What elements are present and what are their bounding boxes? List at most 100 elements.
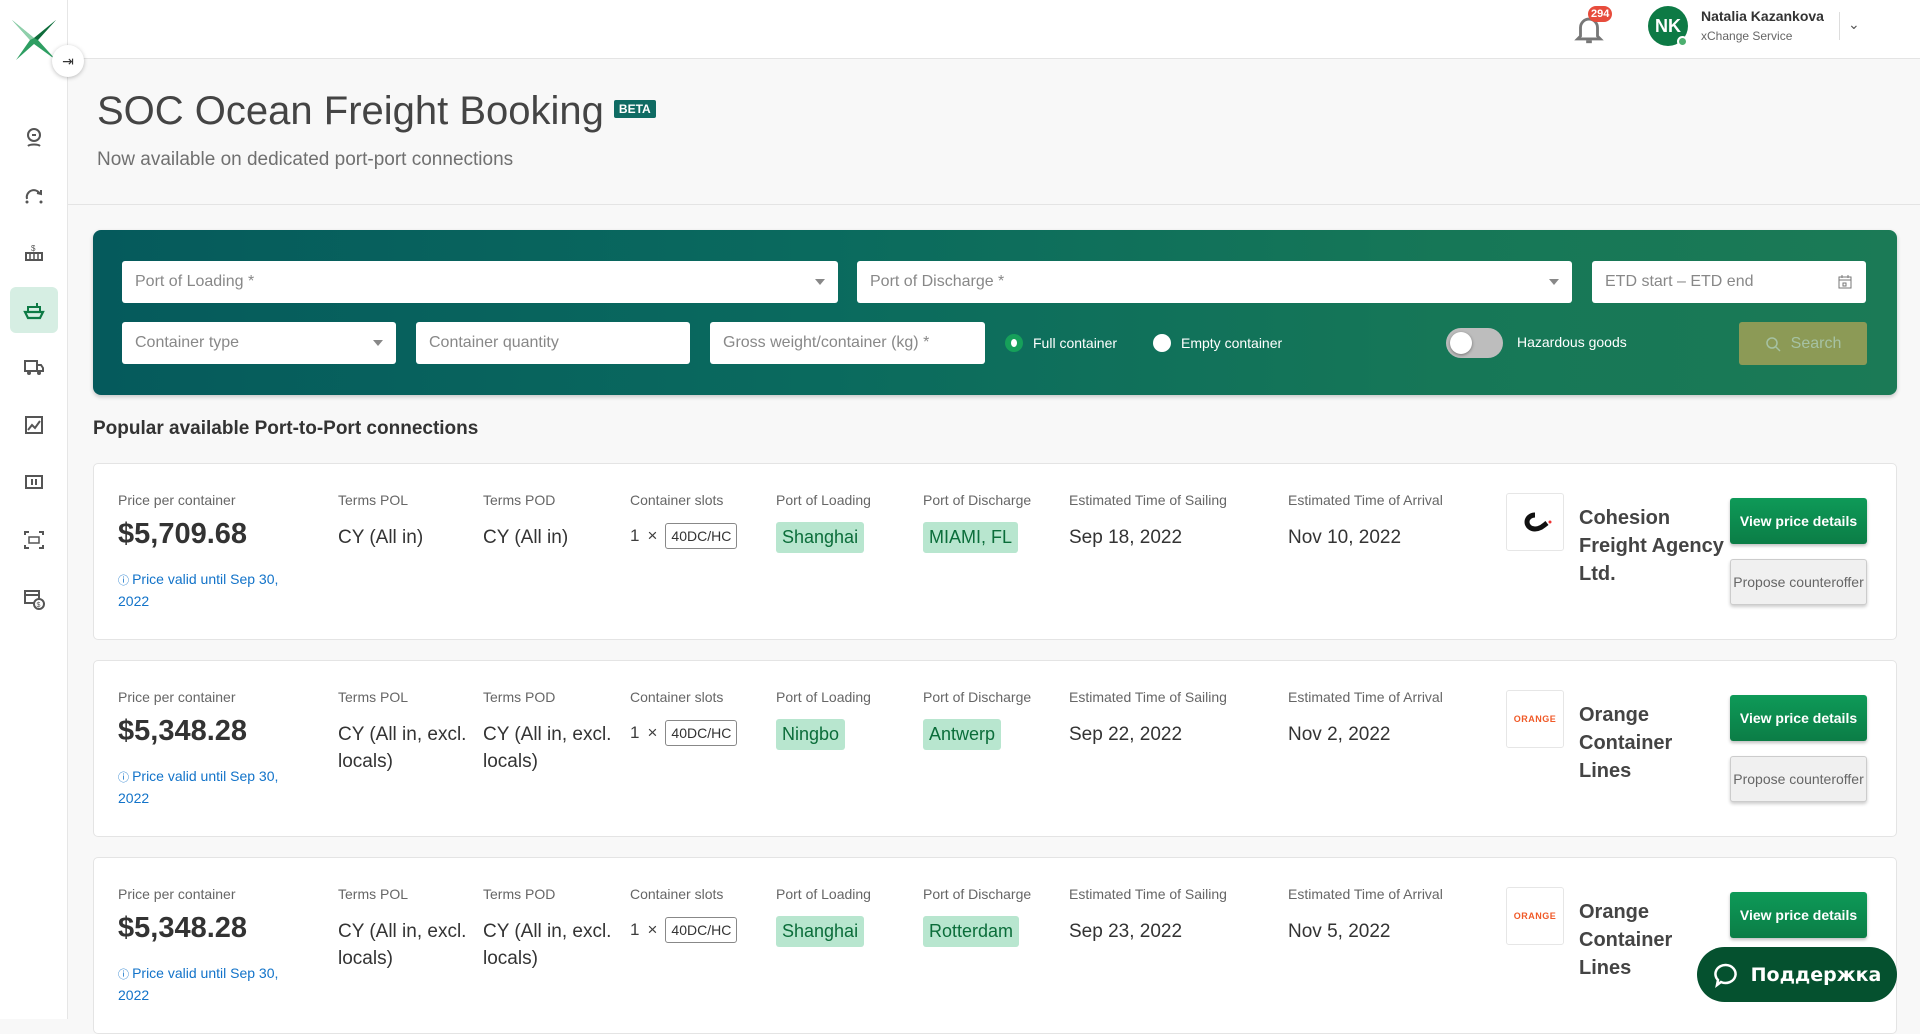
container-slots: 1 × 40DC/HC: [630, 523, 738, 549]
hazardous-goods-label: Hazardous goods: [1517, 334, 1627, 350]
support-label: Поддержка: [1750, 963, 1882, 986]
port-of-discharge-select[interactable]: Port of Discharge *: [857, 261, 1572, 303]
billing-icon: $: [24, 590, 45, 610]
sidebar-item-route[interactable]: [10, 172, 58, 218]
ets-value: Sep 23, 2022: [1069, 921, 1183, 942]
radio-unchecked-icon: [1153, 334, 1171, 352]
info-icon: ⓘ: [118, 575, 133, 587]
empty-container-radio[interactable]: Empty container: [1153, 334, 1282, 352]
caret-down-icon: [1549, 279, 1559, 285]
slot-quantity: 1: [630, 526, 640, 545]
price-validity-text: Price valid until Sep 30, 2022: [118, 571, 279, 609]
full-container-label: Full container: [1033, 335, 1118, 351]
top-header: [68, 0, 1920, 59]
sidebar-item-support-agent[interactable]: [10, 114, 58, 160]
analytics-icon: [25, 416, 43, 434]
price-validity-link[interactable]: ⓘ Price valid until Sep 30, 2022: [118, 766, 298, 808]
slot-quantity: 1: [630, 920, 640, 939]
port-of-loading-placeholder: Port of Loading *: [135, 273, 255, 290]
offer-card: Price per container $5,348.28 ⓘ Price vali…: [93, 660, 1897, 837]
sidebar-item-billing[interactable]: $: [10, 576, 58, 622]
propose-counteroffer-button[interactable]: Propose counteroffer: [1730, 756, 1867, 802]
view-price-details-button[interactable]: View price details: [1730, 498, 1867, 544]
calendar-icon: [1838, 275, 1852, 289]
gross-weight-input[interactable]: Gross weight/container (kg) *: [710, 322, 985, 364]
times-sign: ×: [647, 723, 658, 742]
pol-label: Port of Loading: [776, 886, 871, 902]
sidebar-item-container[interactable]: [10, 459, 58, 505]
search-button-label: Search: [1790, 334, 1842, 352]
orange-logo: ORANGE: [1513, 714, 1557, 724]
page-header: SOC Ocean Freight Booking BETA Now availa…: [68, 59, 1920, 205]
chevron-down-icon[interactable]: ⌄: [1848, 16, 1860, 33]
caret-down-icon: [815, 279, 825, 285]
port-of-discharge-placeholder: Port of Discharge *: [870, 273, 1005, 290]
carrier-name: Orange Container Lines: [1579, 704, 1673, 782]
ets-value: Sep 18, 2022: [1069, 527, 1183, 548]
sidebar-item-ship[interactable]: [10, 287, 58, 333]
orange-logo: ORANGE: [1513, 911, 1557, 921]
pol-chip: Shanghai: [776, 916, 865, 947]
support-chat-button[interactable]: Поддержка: [1697, 947, 1897, 1002]
terms-pol-value: CY (All in, excl. locals): [338, 921, 467, 969]
container-slots-label: Container slots: [630, 886, 724, 902]
pol-label: Port of Loading: [776, 492, 871, 508]
svg-text:$: $: [37, 602, 41, 609]
container-type-tag: 40DC/HC: [665, 917, 738, 943]
chat-bubble-icon: [1713, 963, 1737, 988]
carrier-logo: ORANGE: [1506, 690, 1564, 748]
sidebar-item-container-scan[interactable]: [10, 517, 58, 563]
cohesion-logo: [1524, 512, 1552, 532]
terms-pod-label: Terms POD: [483, 689, 556, 705]
ets-value: Sep 22, 2022: [1069, 724, 1183, 745]
pod-chip: Rotterdam: [923, 916, 1020, 947]
carrier-logo: ORANGE: [1506, 887, 1564, 945]
route-icon: [25, 189, 43, 204]
search-panel: Port of Loading * Port of Discharge * ET…: [93, 230, 1897, 395]
propose-counteroffer-button[interactable]: Propose counteroffer: [1730, 559, 1867, 605]
user-role: xChange Service: [1701, 29, 1793, 43]
sidebar-item-truck[interactable]: [10, 344, 58, 390]
divider: [1839, 12, 1840, 40]
truck-icon: [24, 360, 44, 375]
collapse-sidebar-button[interactable]: ⇥: [52, 45, 84, 77]
container-slots-label: Container slots: [630, 689, 724, 705]
user-name[interactable]: Natalia Kazankova: [1701, 8, 1824, 24]
price-validity-link[interactable]: ⓘ Price valid until Sep 30, 2022: [118, 569, 298, 611]
terms-pod-label: Terms POD: [483, 886, 556, 902]
carrier-name: Cohesion Freight Agency Ltd.: [1579, 507, 1724, 585]
price-validity-text: Price valid until Sep 30, 2022: [118, 768, 279, 806]
online-status-dot: [1677, 36, 1688, 47]
terms-pod-value: CY (All in, excl. locals): [483, 724, 612, 772]
container-slots: 1 × 40DC/HC: [630, 917, 738, 943]
price-validity-link[interactable]: ⓘ Price valid until Sep 30, 2022: [118, 963, 298, 1005]
terms-pod-value: CY (All in, excl. locals): [483, 921, 612, 969]
xchange-logo[interactable]: [12, 18, 56, 62]
etd-date-range-input[interactable]: ETD start – ETD end: [1592, 261, 1866, 303]
price-value: $5,348.28: [118, 912, 248, 944]
price-label: Price per container: [118, 689, 236, 705]
info-icon: ⓘ: [118, 772, 133, 784]
hazardous-goods-toggle[interactable]: [1446, 328, 1503, 358]
container-quantity-placeholder: Container quantity: [429, 334, 559, 351]
sidebar-item-analytics[interactable]: [10, 402, 58, 448]
eta-value: Nov 5, 2022: [1288, 921, 1391, 942]
eta-label: Estimated Time of Arrival: [1288, 886, 1443, 902]
pod-label: Port of Discharge: [923, 886, 1032, 902]
container-type-select[interactable]: Container type: [122, 322, 396, 364]
search-button[interactable]: Search: [1739, 322, 1867, 365]
container-type-tag: 40DC/HC: [665, 720, 738, 746]
container-quantity-input[interactable]: Container quantity: [416, 322, 690, 364]
ship-icon: [23, 303, 45, 320]
terms-pod-value: CY (All in): [483, 527, 569, 548]
eta-value: Nov 10, 2022: [1288, 527, 1402, 548]
info-icon: ⓘ: [118, 969, 133, 981]
view-price-details-button[interactable]: View price details: [1730, 695, 1867, 741]
price-value: $5,709.68: [118, 518, 248, 550]
sidebar-item-container-price[interactable]: $: [10, 229, 58, 275]
port-of-loading-select[interactable]: Port of Loading *: [122, 261, 838, 303]
view-price-details-button[interactable]: View price details: [1730, 892, 1867, 938]
container-icon: [25, 475, 43, 489]
full-container-radio[interactable]: Full container: [1005, 334, 1117, 352]
container-scan-icon: [24, 531, 44, 549]
